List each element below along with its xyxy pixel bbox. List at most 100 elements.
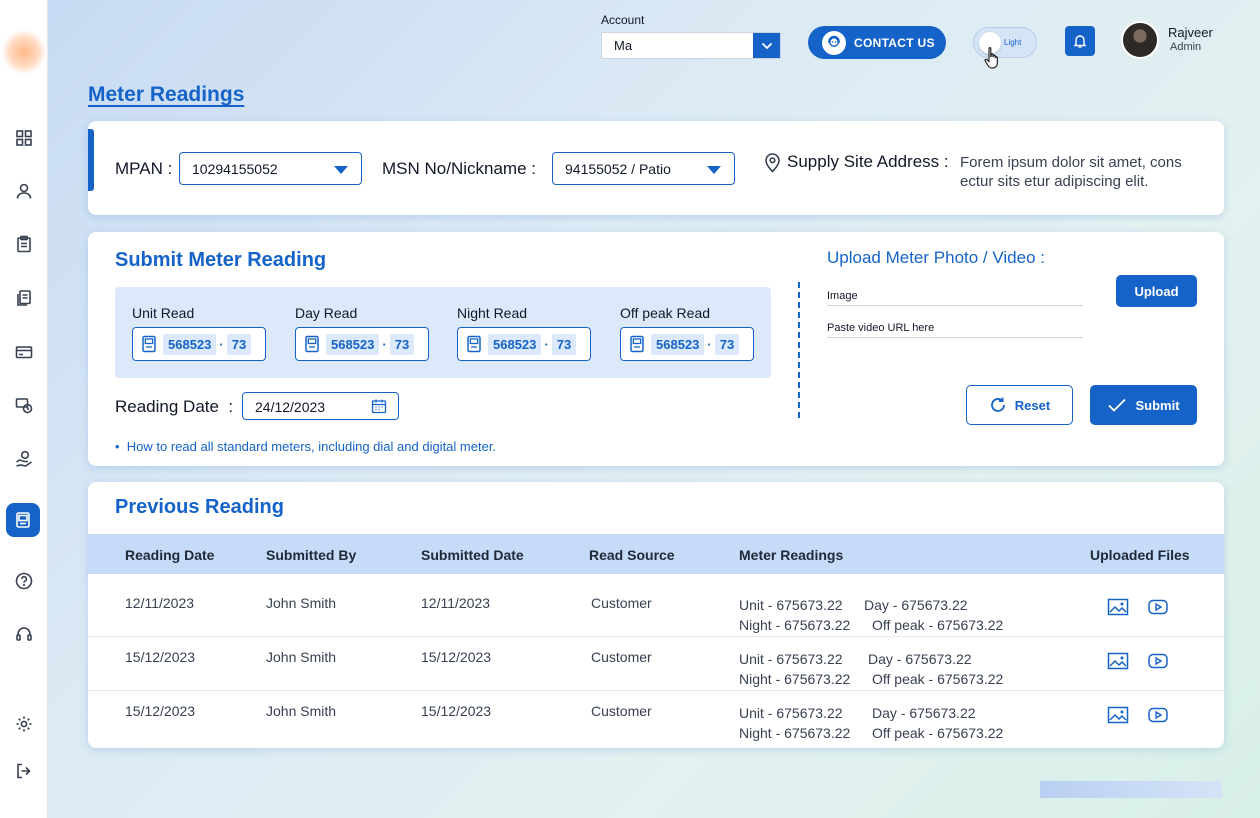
unit-reading: Unit - 675673.22 xyxy=(739,597,843,613)
upload-button[interactable]: Upload xyxy=(1116,275,1197,307)
howto-link[interactable]: • How to read all standard meters, inclu… xyxy=(115,439,496,454)
meter-icon[interactable] xyxy=(6,503,40,537)
msn-label: MSN No/Nickname : xyxy=(382,159,536,178)
read-source-cell: Customer xyxy=(591,595,652,611)
column-header[interactable]: Submitted Date xyxy=(421,547,524,563)
submit-reading-title: Submit Meter Reading xyxy=(115,249,327,271)
read-decimal-value: 73 xyxy=(226,333,252,355)
read-main-value: 568523 xyxy=(488,333,542,355)
logo xyxy=(2,30,46,74)
day-reading: Day - 675673.22 xyxy=(864,597,968,613)
location-pin-icon xyxy=(765,153,780,173)
reading-date-cell: 15/12/2023 xyxy=(125,649,196,665)
previous-reading-card: Previous Reading Reading Date Submitted … xyxy=(88,482,1224,748)
table-row: 15/12/2023 John Smith 15/12/2023 Custome… xyxy=(88,637,1224,691)
submitted-date-cell: 15/12/2023 xyxy=(421,703,492,719)
dropdown-arrow-icon xyxy=(707,166,721,174)
card-icon[interactable] xyxy=(12,340,36,364)
dashboard-icon[interactable] xyxy=(12,126,36,150)
image-field[interactable]: Image xyxy=(827,290,1083,306)
clipboard-icon[interactable] xyxy=(12,232,36,256)
read-main-value: 568523 xyxy=(163,333,217,355)
column-header[interactable]: Read Source xyxy=(589,547,675,563)
help-icon[interactable] xyxy=(12,569,36,593)
read-label: Day Read xyxy=(295,305,358,321)
column-header[interactable]: Uploaded Files xyxy=(1090,547,1190,563)
reads-panel: Unit Read 568523 · 73 Day Read 568523 · … xyxy=(115,287,771,378)
meter-icon xyxy=(305,335,319,353)
decorative-bar xyxy=(1040,781,1222,798)
read-input[interactable]: 568523 · 73 xyxy=(620,327,754,361)
section-divider xyxy=(798,282,800,418)
image-file-icon[interactable] xyxy=(1107,597,1129,617)
read-main-value: 568523 xyxy=(651,333,705,355)
column-header[interactable]: Reading Date xyxy=(125,547,214,563)
headset-icon[interactable] xyxy=(12,622,36,646)
decimal-dot: · xyxy=(382,336,387,352)
contact-us-button[interactable]: CONTACT US xyxy=(808,26,946,59)
night-reading: Night - 675673.22 xyxy=(739,617,851,633)
meter-info-card: MPAN : 10294155052 MSN No/Nickname : 941… xyxy=(88,121,1224,215)
decimal-dot: · xyxy=(544,336,549,352)
msn-select[interactable]: 94155052 / Patio xyxy=(552,152,735,185)
logout-icon[interactable] xyxy=(12,759,36,783)
mpan-label: MPAN : xyxy=(115,159,173,178)
contact-us-label: CONTACT US xyxy=(854,35,935,50)
billing-clock-icon[interactable] xyxy=(12,393,36,417)
reading-date-cell: 12/11/2023 xyxy=(125,595,195,611)
reset-button[interactable]: Reset xyxy=(966,385,1073,425)
previous-reading-title: Previous Reading xyxy=(115,496,284,518)
hand-coin-icon[interactable] xyxy=(12,447,36,471)
theme-toggle-label: Light xyxy=(1004,38,1022,47)
offpeak-reading: Off peak - 675673.22 xyxy=(872,725,1004,741)
settings-icon[interactable] xyxy=(12,712,36,736)
submitted-by-cell: John Smith xyxy=(266,595,337,611)
unit-reading: Unit - 675673.22 xyxy=(739,705,843,721)
read-input[interactable]: 568523 · 73 xyxy=(457,327,591,361)
reading-date-value: 24/12/2023 xyxy=(255,399,326,415)
read-night: Night Read 568523 · 73 xyxy=(457,305,591,361)
reading-date-label: Reading Date : xyxy=(115,397,234,416)
mpan-select[interactable]: 10294155052 xyxy=(179,152,362,185)
upload-label: Upload xyxy=(1134,283,1179,299)
refresh-icon xyxy=(990,397,1005,412)
video-file-icon[interactable] xyxy=(1147,651,1169,671)
avatar[interactable] xyxy=(1121,21,1159,59)
user-icon[interactable] xyxy=(12,179,36,203)
image-file-icon[interactable] xyxy=(1107,651,1129,671)
user-name: Rajveer xyxy=(1168,25,1213,40)
read-input[interactable]: 568523 · 73 xyxy=(295,327,429,361)
column-header[interactable]: Meter Readings xyxy=(739,547,843,563)
read-label: Off peak Read xyxy=(620,305,711,321)
video-url-field[interactable]: Paste video URL here xyxy=(827,322,1083,338)
decimal-dot: · xyxy=(219,336,224,352)
submitted-date-cell: 12/11/2023 xyxy=(421,595,491,611)
documents-icon[interactable] xyxy=(12,286,36,310)
video-file-icon[interactable] xyxy=(1147,597,1169,617)
supply-address-label: Supply Site Address : xyxy=(787,152,949,171)
chevron-down-icon[interactable] xyxy=(753,33,780,58)
read-input[interactable]: 568523 · 73 xyxy=(132,327,266,361)
column-header[interactable]: Submitted By xyxy=(266,547,356,563)
submit-button[interactable]: Submit xyxy=(1090,385,1197,425)
account-input[interactable]: Ma xyxy=(602,33,753,58)
reading-date-cell: 15/12/2023 xyxy=(125,703,196,719)
reading-date-input[interactable]: 24/12/2023 xyxy=(242,392,399,420)
image-file-icon[interactable] xyxy=(1107,705,1129,725)
night-reading: Night - 675673.22 xyxy=(739,671,851,687)
pointer-cursor-icon xyxy=(984,47,998,69)
read-offpeak: Off peak Read 568523 · 73 xyxy=(620,305,754,361)
read-decimal-value: 73 xyxy=(389,333,415,355)
day-reading: Day - 675673.22 xyxy=(872,705,976,721)
reset-label: Reset xyxy=(1014,397,1051,413)
read-main-value: 568523 xyxy=(326,333,380,355)
table-row: 15/12/2023 John Smith 15/12/2023 Custome… xyxy=(88,691,1224,745)
check-icon xyxy=(1108,398,1127,412)
video-file-icon[interactable] xyxy=(1147,705,1169,725)
submitted-by-cell: John Smith xyxy=(266,649,337,665)
submit-label: Submit xyxy=(1135,397,1180,413)
user-role: Admin xyxy=(1170,41,1202,53)
calendar-icon[interactable] xyxy=(371,398,387,414)
account-select[interactable]: Ma xyxy=(601,32,781,59)
notifications-button[interactable] xyxy=(1065,26,1095,56)
